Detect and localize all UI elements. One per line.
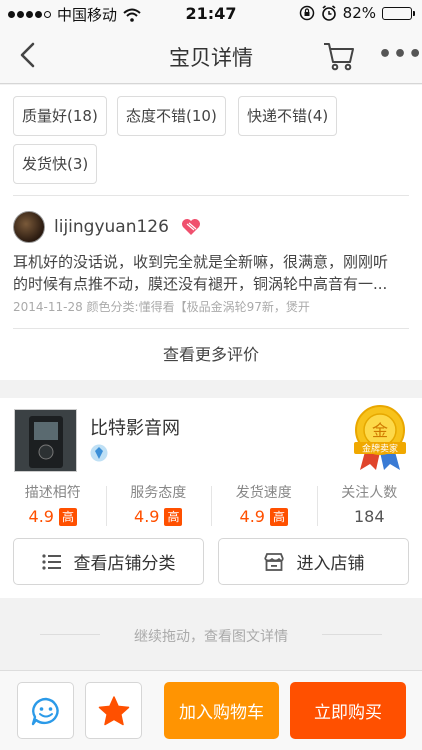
review-text-line: 的时候有点推不动，膜还没有褪开，铜涡轮中高音有一...	[13, 275, 388, 293]
shop-categories-button[interactable]: 查看店铺分类	[13, 538, 204, 585]
status-bar: 中国移动 21:47 82%	[0, 0, 422, 28]
rating-shipping: 发货速度 4.9 高	[211, 482, 317, 530]
more-icon[interactable]: •••	[378, 42, 422, 68]
continue-drag-label: 继续拖动，查看图文详情	[134, 629, 288, 645]
buy-now-button[interactable]: 立即购买	[290, 682, 406, 739]
rating-high-badge: 高	[164, 507, 183, 526]
rating-label: 服务态度	[130, 485, 187, 501]
rating-high-badge: 高	[269, 507, 288, 526]
add-to-cart-button[interactable]: 加入购物车	[164, 682, 279, 739]
divider	[13, 195, 409, 196]
customer-service-button[interactable]	[17, 682, 74, 739]
store-icon	[263, 552, 284, 571]
rating-label: 发货速度	[235, 485, 292, 501]
review-text-line: 耳机好的没话说，收到完全就是全新嘛，很满意，刚刚听	[13, 253, 389, 271]
heart-level-icon	[181, 219, 200, 235]
shop-name[interactable]: 比特影音网	[90, 414, 180, 440]
rotation-lock-icon	[299, 5, 314, 21]
shop-categories-label: 查看店铺分类	[73, 554, 176, 574]
diamond-badge-icon	[90, 444, 108, 462]
cart-icon[interactable]	[322, 40, 356, 72]
rating-label: 关注人数	[341, 485, 398, 501]
reviewer: lijingyuan126	[13, 211, 201, 243]
rating-value: 4.9	[28, 507, 54, 526]
chat-face-icon	[31, 697, 59, 725]
review-tag[interactable]: 快递不错(4)	[238, 96, 338, 136]
star-icon	[98, 695, 129, 725]
rating-followers: 关注人数 184	[316, 482, 422, 530]
review-text: 耳机好的没话说，收到完全就是全新嘛，很满意，刚刚听 的时候有点推不动，膜还没有褪…	[13, 251, 409, 295]
enter-shop-button[interactable]: 进入店铺	[218, 538, 409, 585]
review-meta: 2014-11-28 颜色分类:懂得看【极品金涡轮97新，煲开	[13, 300, 310, 314]
review-tag[interactable]: 质量好(18)	[13, 96, 107, 136]
review-tag[interactable]: 态度不错(10)	[117, 96, 226, 136]
reviews-section: 质量好(18) 态度不错(10) 快递不错(4) 发货快(3) lijingyu…	[0, 85, 422, 380]
avatar	[13, 211, 45, 243]
more-reviews-button[interactable]: 查看更多评价	[13, 328, 409, 380]
rating-high-badge: 高	[58, 507, 77, 526]
divider	[322, 634, 382, 635]
svg-text:金牌卖家: 金牌卖家	[362, 443, 398, 455]
shop-section: 比特影音网 金 金牌卖家 描述相符 4.9 高 服务态度 4.9 高 发货速度 4.…	[0, 398, 422, 598]
shop-thumbnail[interactable]	[14, 409, 77, 472]
rating-label: 描述相符	[24, 485, 81, 501]
rating-service: 服务态度 4.9 高	[105, 482, 212, 530]
rating-value: 4.9	[239, 507, 265, 526]
reviewer-username: lijingyuan126	[54, 217, 169, 237]
rating-value: 4.9	[134, 507, 160, 526]
enter-shop-label: 进入店铺	[296, 554, 365, 574]
list-icon	[41, 553, 61, 570]
shop-ratings: 描述相符 4.9 高 服务态度 4.9 高 发货速度 4.9 高 关注人数 184	[0, 482, 422, 530]
bottom-action-bar: 加入购物车 立即购买	[0, 670, 422, 750]
page-title: 宝贝详情	[169, 46, 253, 70]
svg-text:金: 金	[372, 421, 388, 440]
continue-drag-hint: 继续拖动，查看图文详情	[0, 612, 422, 656]
battery-percent: 82%	[342, 4, 376, 22]
gold-seller-medal-icon: 金 金牌卖家	[354, 405, 406, 470]
rating-description: 描述相符 4.9 高	[0, 482, 106, 530]
favorite-button[interactable]	[85, 682, 142, 739]
battery-icon	[382, 6, 415, 20]
review-tag[interactable]: 发货快(3)	[13, 144, 98, 184]
alarm-icon	[321, 5, 336, 21]
followers-count: 184	[353, 507, 385, 526]
nav-bar: 宝贝详情 •••	[0, 28, 422, 84]
